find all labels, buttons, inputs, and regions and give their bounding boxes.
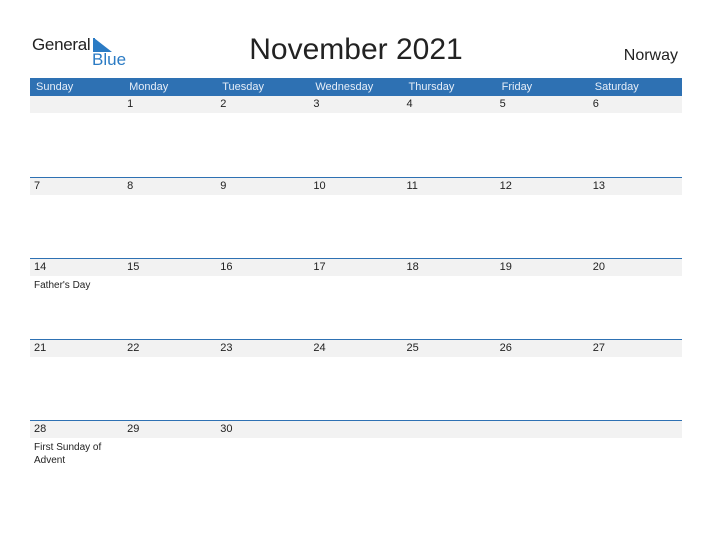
- day-number: 9: [220, 180, 227, 192]
- day-number: 3: [313, 98, 320, 110]
- week-row: 1 2 3 4 5 6: [30, 96, 682, 116]
- day-number: 26: [499, 342, 512, 354]
- date-strip: 7 8 9 10 11 12 13: [30, 178, 682, 195]
- holiday-event: [496, 195, 589, 198]
- weekday-friday: Friday: [501, 81, 533, 93]
- week-row: 28 29 30 First Sunday of Advent: [30, 420, 682, 467]
- day-number: 13: [592, 180, 605, 192]
- holiday-event: [496, 113, 589, 116]
- calendar-title: November 2021: [249, 33, 463, 66]
- date-strip: 14 15 16 17 18 19 20: [30, 259, 682, 276]
- week-row: 21 22 23 24 25 26 27: [30, 339, 682, 360]
- weekday-monday: Monday: [129, 81, 169, 93]
- day-number: 1: [127, 98, 134, 110]
- holiday-event: [216, 113, 309, 116]
- holiday-event: [403, 438, 496, 467]
- date-strip: 21 22 23 24 25 26 27: [30, 340, 682, 357]
- day-number: 2: [220, 98, 227, 110]
- day-number: 7: [34, 180, 41, 192]
- day-number: 14: [34, 261, 47, 273]
- day-number: 10: [313, 180, 326, 192]
- day-number: 28: [34, 423, 47, 435]
- holiday-event: [589, 438, 682, 467]
- day-number: 30: [220, 423, 233, 435]
- holiday-event: [30, 357, 123, 360]
- day-number: 29: [127, 423, 140, 435]
- day-number: 21: [34, 342, 47, 354]
- holiday-event: [496, 357, 589, 360]
- holiday-event: [403, 195, 496, 198]
- holiday-event: First Sunday of Advent: [34, 442, 102, 466]
- day-number: 23: [220, 342, 233, 354]
- weekday-thursday: Thursday: [408, 81, 455, 93]
- holiday-event: Father's Day: [34, 280, 91, 291]
- events-row: [30, 195, 682, 198]
- holiday-event: [123, 276, 216, 292]
- day-number: 11: [406, 180, 418, 192]
- events-row: [30, 113, 682, 116]
- holiday-event: [496, 438, 589, 467]
- holiday-event: [309, 195, 402, 198]
- holiday-event: [216, 438, 309, 467]
- weekday-sunday: Sunday: [36, 81, 74, 93]
- day-number: 15: [127, 261, 140, 273]
- holiday-event: [589, 276, 682, 292]
- day-number: 27: [592, 342, 605, 354]
- day-number: 17: [313, 261, 326, 273]
- holiday-event: [30, 195, 123, 198]
- holiday-event: [589, 357, 682, 360]
- holiday-event: [403, 357, 496, 360]
- holiday-event: [403, 276, 496, 292]
- holiday-event: [216, 195, 309, 198]
- day-number: [30, 96, 123, 113]
- day-number: 16: [220, 261, 233, 273]
- events-row: Father's Day: [30, 276, 682, 292]
- week-row: 14 15 16 17 18 19 20 Father's Day: [30, 258, 682, 292]
- date-strip: 28 29 30: [30, 421, 682, 438]
- holiday-event: [216, 276, 309, 292]
- day-number: 18: [406, 261, 419, 273]
- holiday-event: [309, 276, 402, 292]
- date-strip: 1 2 3 4 5 6: [30, 96, 682, 113]
- day-number: 24: [313, 342, 326, 354]
- weekday-wednesday: Wednesday: [315, 81, 374, 93]
- weekday-header: Sunday Monday Tuesday Wednesday Thursday…: [30, 78, 682, 96]
- holiday-event: [589, 195, 682, 198]
- holiday-event: [309, 357, 402, 360]
- holiday-event: [309, 438, 402, 467]
- day-number: 20: [592, 261, 605, 273]
- holiday-event: [30, 113, 123, 116]
- day-number: 19: [499, 261, 512, 273]
- day-number: 5: [499, 98, 506, 110]
- day-number: [309, 421, 402, 438]
- holiday-event: [216, 357, 309, 360]
- holiday-event: [496, 276, 589, 292]
- holiday-event: [403, 113, 496, 116]
- day-number: 6: [592, 98, 599, 110]
- events-row: [30, 357, 682, 360]
- holiday-event: [123, 113, 216, 116]
- holiday-event: [123, 195, 216, 198]
- day-number: [403, 421, 496, 438]
- weekday-tuesday: Tuesday: [222, 81, 265, 93]
- day-number: [589, 421, 682, 438]
- events-row: First Sunday of Advent: [30, 438, 682, 467]
- holiday-event: [589, 113, 682, 116]
- day-number: [496, 421, 589, 438]
- day-number: 4: [406, 98, 413, 110]
- day-number: 22: [127, 342, 140, 354]
- day-number: 12: [499, 180, 512, 192]
- holiday-event: [123, 438, 216, 467]
- day-number: 8: [127, 180, 134, 192]
- holiday-event: [309, 113, 402, 116]
- country-label: Norway: [623, 47, 678, 64]
- day-number: 25: [406, 342, 419, 354]
- holiday-event: [123, 357, 216, 360]
- week-row: 7 8 9 10 11 12 13: [30, 177, 682, 198]
- weekday-saturday: Saturday: [594, 81, 639, 93]
